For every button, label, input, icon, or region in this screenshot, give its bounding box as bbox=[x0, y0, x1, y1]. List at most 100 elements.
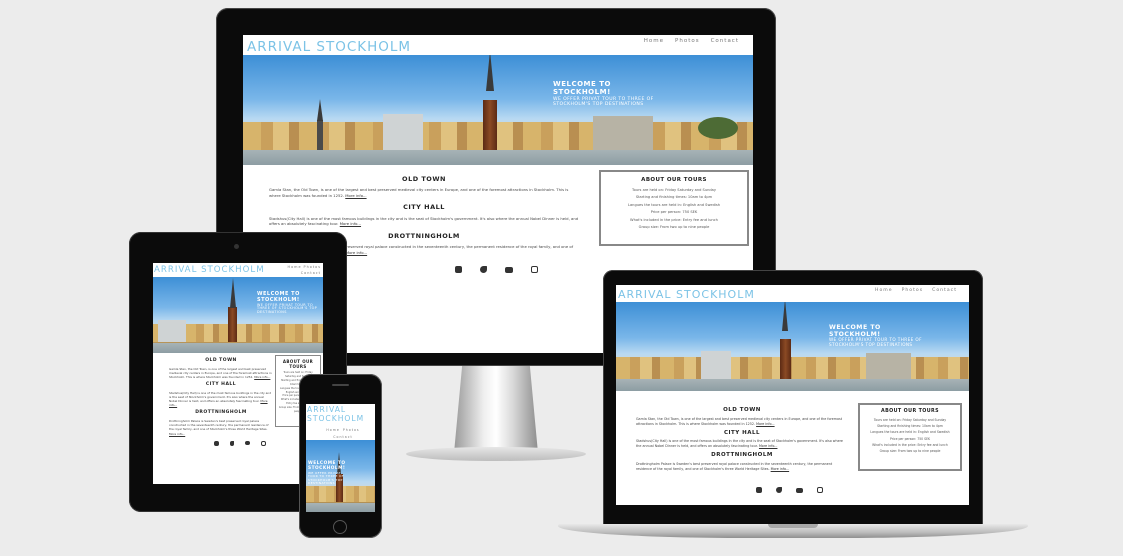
site-nav: Home Photos Contact bbox=[273, 265, 321, 275]
sections: OLD TOWN Gamla Stan, the Old Town, is on… bbox=[636, 407, 848, 472]
tablet-screen: ARRIVAL STOCKHOLM Home Photos Contact WE… bbox=[153, 263, 323, 484]
site-phone: ARRIVAL STOCKHOLM Home Photos Contact WE… bbox=[306, 404, 375, 512]
site-brand[interactable]: ARRIVAL STOCKHOLM bbox=[307, 405, 375, 423]
site-header: ARRIVAL STOCKHOLM Home Photos Contact bbox=[153, 263, 323, 277]
hero-heading: WELCOME TO STOCKHOLM! bbox=[257, 291, 300, 303]
laptop-device: ARRIVAL STOCKHOLM Home Photos Contact WE… bbox=[558, 270, 1028, 546]
hero-heading: WELCOME TO STOCKHOLM! bbox=[553, 80, 611, 97]
youtube-icon[interactable] bbox=[796, 487, 803, 493]
facebook-icon[interactable] bbox=[756, 487, 762, 493]
more-info-link[interactable]: More info... bbox=[756, 422, 775, 426]
site-nav: Home Photos Contact bbox=[875, 288, 957, 293]
site-laptop: ARRIVAL STOCKHOLM Home Photos Contact WE… bbox=[616, 285, 969, 505]
tablet-camera bbox=[234, 244, 239, 249]
hero-text: WELCOME TO STOCKHOLM! WE OFFER PRIVAT TO… bbox=[257, 291, 323, 315]
tours-box: ABOUT OUR TOURS Tours are held on: Frida… bbox=[599, 170, 749, 246]
twitter-icon[interactable] bbox=[480, 266, 487, 273]
tours-line: What's included in the price: Entry fee … bbox=[630, 217, 718, 222]
social-links bbox=[214, 441, 266, 446]
tours-line: Group size: From two up to nine people bbox=[879, 449, 941, 454]
section-title: DROTTNINGHOLM bbox=[195, 410, 247, 416]
hero-image: WELCOME TO STOCKHOLM! WE OFFER PRIVAT TO… bbox=[306, 440, 375, 512]
hero-subheading: WE OFFER PRIVAT TOUR TO THREE OF STOCKHO… bbox=[553, 97, 654, 108]
site-nav: Home Photos Contact bbox=[644, 38, 739, 44]
tours-title: ABOUT OUR TOURS bbox=[641, 177, 707, 183]
section-title: OLD TOWN bbox=[205, 358, 237, 363]
nav-contact[interactable]: Contact bbox=[333, 435, 352, 439]
section-text: Drottningholm Palace is Sweden's best pr… bbox=[636, 461, 833, 471]
more-info-link[interactable]: More info... bbox=[771, 467, 790, 471]
section-text: Stadshus(City Hall) is one of the most f… bbox=[169, 390, 272, 408]
more-info-link[interactable]: More info... bbox=[340, 221, 361, 226]
more-info-link[interactable]: More info... bbox=[254, 375, 270, 379]
youtube-icon[interactable] bbox=[245, 441, 250, 445]
phone-device: ARRIVAL STOCKHOLM Home Photos Contact WE… bbox=[299, 374, 382, 538]
site-header: ARRIVAL STOCKHOLM Home Photos Contact bbox=[243, 35, 753, 55]
nav-photos[interactable]: Photos bbox=[343, 428, 360, 432]
tours-line: Group size: From two up to nine people bbox=[638, 225, 710, 230]
site-brand[interactable]: ARRIVAL STOCKHOLM bbox=[154, 265, 265, 275]
tours-line: Langues the tours are held in: English a… bbox=[627, 202, 721, 207]
hero-heading: WELCOME TO STOCKHOLM! bbox=[829, 324, 881, 339]
nav-home[interactable]: Home bbox=[326, 428, 339, 432]
more-info-link[interactable]: More info... bbox=[346, 250, 367, 255]
section-text: Drottningholm Palace is Sweden's best pr… bbox=[169, 418, 269, 436]
tours-line: Langues the tours are held in: English a… bbox=[870, 430, 950, 435]
nav-photos[interactable]: Photos bbox=[304, 265, 321, 269]
hero-text: WELCOME TO STOCKHOLM! WE OFFER PRIVAT TO… bbox=[308, 461, 348, 486]
hero-text: WELCOME TO STOCKHOLM! WE OFFER PRIVAT TO… bbox=[829, 324, 929, 348]
nav-photos[interactable]: Photos bbox=[902, 288, 924, 293]
tours-line: Price per person: 750 SEK bbox=[650, 210, 698, 215]
tours-box: ABOUT OUR TOURS Tours are held on: Frida… bbox=[858, 403, 962, 471]
hero-subheading: WE OFFER PRIVAT TOUR TO THREE OF STOCKHO… bbox=[257, 302, 318, 315]
nav-contact[interactable]: Contact bbox=[301, 271, 321, 275]
tours-title: ABOUT OUR TOURS bbox=[880, 409, 939, 414]
section-title: OLD TOWN bbox=[402, 175, 446, 183]
section-title: CITY HALL bbox=[723, 429, 761, 436]
instagram-icon[interactable] bbox=[531, 266, 538, 273]
sections: OLD TOWN Gamla Stan, the Old Town, is on… bbox=[169, 358, 273, 436]
section-title: OLD TOWN bbox=[723, 407, 761, 413]
nav-contact[interactable]: Contact bbox=[711, 38, 739, 44]
phone-screen: ARRIVAL STOCKHOLM Home Photos Contact WE… bbox=[306, 404, 375, 512]
youtube-icon[interactable] bbox=[505, 267, 513, 273]
nav-photos[interactable]: Photos bbox=[675, 38, 700, 44]
more-info-link[interactable]: More info... bbox=[169, 432, 185, 436]
section-title: DROTTNINGHOLM bbox=[711, 452, 773, 458]
laptop-screen: ARRIVAL STOCKHOLM Home Photos Contact WE… bbox=[616, 285, 969, 505]
instagram-icon[interactable] bbox=[261, 441, 266, 446]
instagram-icon[interactable] bbox=[817, 487, 823, 493]
facebook-icon[interactable] bbox=[214, 441, 219, 446]
twitter-icon[interactable] bbox=[776, 487, 782, 493]
section-title: CITY HALL bbox=[403, 203, 445, 212]
hero-subheading: WE OFFER PRIVAT TOUR TO THREE OF STOCKHO… bbox=[829, 337, 922, 348]
site-nav: Home Photos Contact bbox=[316, 428, 370, 439]
phone-speaker bbox=[332, 384, 349, 386]
social-links bbox=[756, 487, 823, 493]
site-brand[interactable]: ARRIVAL STOCKHOLM bbox=[247, 39, 411, 55]
more-info-link[interactable]: More info... bbox=[345, 193, 366, 198]
nav-home[interactable]: Home bbox=[644, 38, 664, 44]
section-title: CITY HALL bbox=[205, 382, 237, 388]
site-tablet: ARRIVAL STOCKHOLM Home Photos Contact WE… bbox=[153, 263, 323, 484]
nav-home[interactable]: Home bbox=[288, 265, 302, 269]
section-text: Gamla Stan, the Old Town, is one of the … bbox=[169, 366, 272, 379]
hero-image: WELCOME TO STOCKHOLM! WE OFFER PRIVAT TO… bbox=[243, 55, 753, 165]
hero-image: WELCOME TO STOCKHOLM! WE OFFER PRIVAT TO… bbox=[616, 302, 969, 391]
hero-image: WELCOME TO STOCKHOLM! WE OFFER PRIVAT TO… bbox=[153, 277, 323, 353]
section-text: Gamla Stan, the Old Town, is one of the … bbox=[269, 187, 569, 198]
site-brand[interactable]: ARRIVAL STOCKHOLM bbox=[618, 288, 755, 301]
more-info-link[interactable]: More info... bbox=[759, 444, 778, 448]
tours-line: Starting and finishing times: 10am to 4p… bbox=[635, 195, 713, 200]
nav-contact[interactable]: Contact bbox=[932, 288, 957, 293]
section-text: Stadshus(City Hall) is one of the most f… bbox=[269, 215, 579, 227]
phone-home-button[interactable] bbox=[333, 520, 347, 534]
twitter-icon[interactable] bbox=[229, 441, 234, 446]
social-links bbox=[455, 266, 538, 273]
hero-subheading: WE OFFER PRIVAT TOUR TO THREE OF STOCKHO… bbox=[308, 470, 344, 486]
hero-text: WELCOME TO STOCKHOLM! WE OFFER PRIVAT TO… bbox=[553, 80, 663, 108]
nav-home[interactable]: Home bbox=[875, 288, 893, 293]
facebook-icon[interactable] bbox=[455, 266, 462, 273]
section-text: Gamla Stan, the Old Town, is one of the … bbox=[636, 416, 843, 426]
tours-title: ABOUT OUR TOURS bbox=[282, 359, 314, 370]
